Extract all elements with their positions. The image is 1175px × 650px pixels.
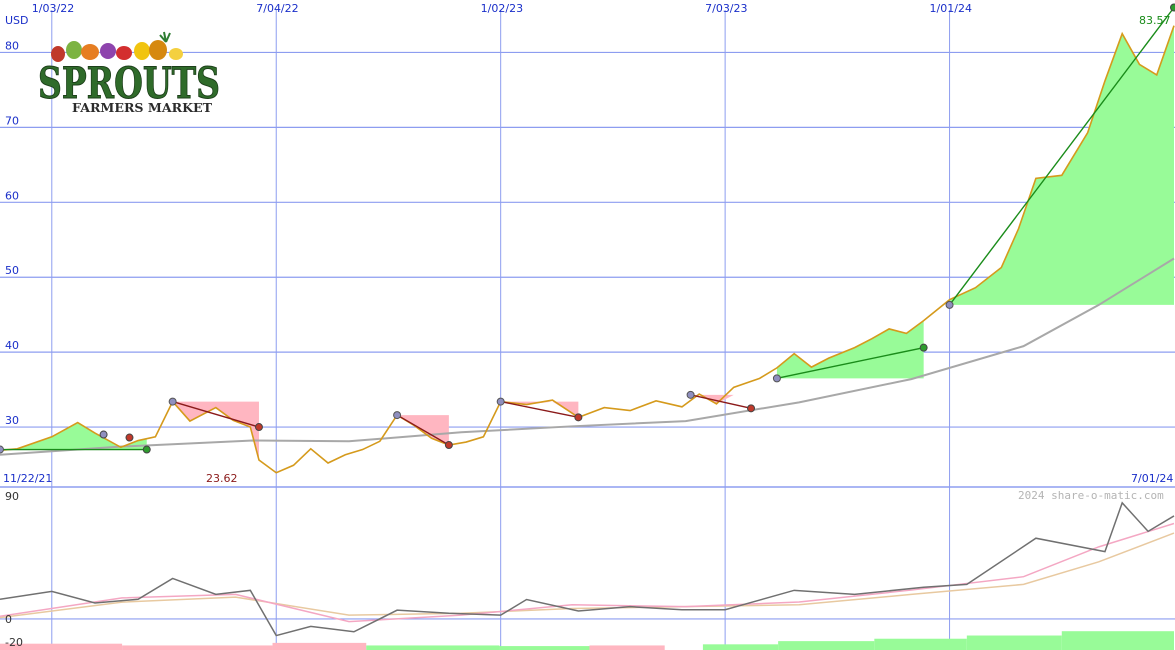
- oscillator-tick-label: -20: [5, 636, 23, 649]
- trend-end-marker: [142, 445, 151, 454]
- price-point-marker: [99, 430, 108, 439]
- currency-label: USD: [5, 14, 29, 27]
- downtrend-fill: [172, 401, 259, 461]
- x-tick-label: 7/04/22: [256, 2, 298, 15]
- y-tick-label: 80: [5, 39, 19, 52]
- y-tick-label: 30: [5, 414, 19, 427]
- watermark: 2024 share-o-matic.com: [1018, 489, 1164, 502]
- last-price-label: 83.57: [1139, 14, 1171, 27]
- trend-start-marker: [0, 445, 4, 454]
- positive-momentum-bar: [702, 644, 779, 650]
- trend-end-marker: [254, 423, 263, 432]
- positive-momentum-bar: [1061, 631, 1174, 650]
- positive-momentum-bar: [366, 645, 500, 650]
- trend-start-marker: [393, 411, 402, 420]
- trend-start-marker: [496, 397, 505, 406]
- x-tick-label: 7/03/23: [705, 2, 747, 15]
- negative-momentum-bar: [589, 645, 665, 650]
- logo-subtitle: FARMERS MARKET: [72, 100, 213, 115]
- price-chart-svg: 1/03/22 7/04/22 1/02/23 7/03/23 1/01/24 30 40 5…: [0, 2, 1175, 650]
- positive-momentum-bar: [499, 646, 590, 650]
- price-point-marker: [125, 433, 134, 442]
- uptrend-fill: [949, 25, 1174, 305]
- negative-momentum-bar: [272, 642, 367, 650]
- trend-start-marker: [772, 374, 781, 383]
- trend-start-marker: [168, 397, 177, 406]
- sprouts-logo: SPROUTS FARMERS MARKET: [38, 31, 221, 115]
- trend-end-marker: [444, 441, 453, 450]
- trend-end-marker: [574, 413, 583, 422]
- negative-momentum-bar: [122, 645, 273, 650]
- produce-icon: [51, 31, 183, 62]
- x-tick-label: 1/01/24: [930, 2, 972, 15]
- trend-end-marker: [919, 343, 928, 352]
- y-tick-label: 50: [5, 264, 19, 277]
- oscillator-tick-label: 0: [5, 613, 12, 626]
- x-tick-label: 1/02/23: [481, 2, 523, 15]
- low-price-label: 23.62: [206, 472, 238, 485]
- trend-start-marker: [945, 300, 954, 309]
- trend-end-marker: [747, 404, 756, 413]
- oscillator-line: [0, 501, 1175, 637]
- fast-average-line: [0, 522, 1175, 623]
- positive-momentum-bar: [778, 641, 875, 650]
- y-tick-label: 60: [5, 189, 19, 202]
- range-start-label: 11/22/21: [3, 472, 52, 485]
- chart-root: 1/03/22 7/04/22 1/02/23 7/03/23 1/01/24 30 40 5…: [0, 0, 1175, 650]
- x-tick-label: 1/03/22: [32, 2, 74, 15]
- y-tick-label: 40: [5, 339, 19, 352]
- positive-momentum-bar: [874, 638, 967, 650]
- oscillator-tick-label: 90: [5, 490, 19, 503]
- y-tick-label: 70: [5, 114, 19, 127]
- trend-fill-layer: [0, 25, 1174, 650]
- range-end-label: 7/01/24: [1131, 472, 1173, 485]
- trend-end-marker: [1170, 3, 1175, 12]
- trend-start-marker: [686, 390, 695, 399]
- positive-momentum-bar: [966, 635, 1062, 650]
